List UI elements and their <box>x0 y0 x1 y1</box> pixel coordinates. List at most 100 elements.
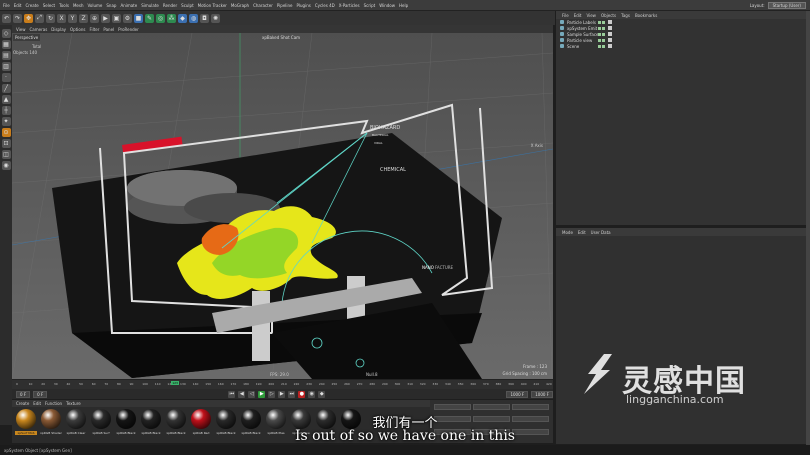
layout-select[interactable]: Startup (User) <box>767 2 806 9</box>
prev-frame-icon[interactable]: ◁ <box>248 390 256 398</box>
menu-create[interactable]: Create <box>25 3 38 8</box>
light-icon[interactable]: ✺ <box>211 13 220 23</box>
keyframe-selection-icon[interactable]: ◆ <box>318 390 326 398</box>
render-view-icon[interactable]: ▶ <box>101 13 110 23</box>
coord-x-field[interactable] <box>434 404 471 410</box>
make-editable-icon[interactable]: ◇ <box>1 29 11 38</box>
viewport-menu-display[interactable]: Display <box>51 27 66 32</box>
autokey-icon[interactable]: ◉ <box>308 390 316 398</box>
om-row[interactable]: Scene <box>556 43 806 49</box>
material-menu-function[interactable]: Function <box>45 401 62 406</box>
edges-mode-icon[interactable]: ╱ <box>1 84 11 93</box>
om-menu-tags[interactable]: Tags <box>621 13 630 18</box>
tweak-mode-icon[interactable]: ✦ <box>1 117 11 126</box>
record-icon[interactable]: ● <box>298 390 306 398</box>
model-mode-icon[interactable]: ▦ <box>1 40 11 49</box>
visibility-flags[interactable] <box>598 32 605 36</box>
current-frame-field[interactable]: 0 F <box>33 390 48 398</box>
object-tag-icon[interactable] <box>608 38 612 42</box>
menu-mograph[interactable]: MoGraph <box>231 3 249 8</box>
planar-workplane-icon[interactable]: ◫ <box>1 150 11 159</box>
menu-script[interactable]: Script <box>364 3 376 8</box>
deformer-icon[interactable]: ◆ <box>178 13 187 23</box>
menu-plugins[interactable]: Plugins <box>297 3 311 8</box>
am-menu-mode[interactable]: Mode <box>562 230 573 235</box>
visibility-flags[interactable] <box>598 38 605 42</box>
start-frame-field[interactable]: 0 F <box>16 390 31 398</box>
preview-end-field[interactable]: 1000 F <box>531 390 553 398</box>
menu-volume[interactable]: Volume <box>87 3 102 8</box>
om-menu-view[interactable]: View <box>586 13 596 18</box>
om-menu-file[interactable]: File <box>562 13 569 18</box>
menu-character[interactable]: Character <box>253 3 273 8</box>
menu-render[interactable]: Render <box>163 3 177 8</box>
visibility-flags[interactable] <box>598 20 605 24</box>
goto-end-icon[interactable]: ⏭ <box>288 390 296 398</box>
coord-sx-field[interactable] <box>512 404 549 410</box>
next-key-icon[interactable]: ▶ <box>278 390 286 398</box>
material-menu-edit[interactable]: Edit <box>33 401 41 406</box>
om-menu-objects[interactable]: Objects <box>601 13 616 18</box>
object-tag-icon[interactable] <box>608 32 612 36</box>
play-icon[interactable]: ▶ <box>258 390 266 398</box>
object-tag-icon[interactable] <box>608 44 612 48</box>
menu-file[interactable]: File <box>3 3 10 8</box>
menu-simulate[interactable]: Simulate <box>141 3 159 8</box>
menu-help[interactable]: Help <box>399 3 408 8</box>
scale-tool-icon[interactable]: ⤢ <box>35 13 44 23</box>
om-menu-edit[interactable]: Edit <box>574 13 582 18</box>
menu-tools[interactable]: Tools <box>59 3 69 8</box>
axis-mode-icon[interactable]: ┼ <box>1 106 11 115</box>
viewport-menu-view[interactable]: View <box>16 27 26 32</box>
solo-icon[interactable]: ◉ <box>1 161 11 170</box>
viewport-menu-cameras[interactable]: Cameras <box>30 27 48 32</box>
rotate-tool-icon[interactable]: ↻ <box>46 13 55 23</box>
om-menu-bookmarks[interactable]: Bookmarks <box>635 13 657 18</box>
menu-sculpt[interactable]: Sculpt <box>181 3 194 8</box>
render-settings-icon[interactable]: ⚙ <box>123 13 132 23</box>
coord-h-field[interactable] <box>473 404 510 410</box>
am-menu-user-data[interactable]: User Data <box>591 230 611 235</box>
goto-start-icon[interactable]: ⏮ <box>228 390 236 398</box>
move-tool-icon[interactable]: ✥ <box>24 13 33 23</box>
polygons-mode-icon[interactable]: ▲ <box>1 95 11 104</box>
x-axis-icon[interactable]: X <box>57 13 66 23</box>
menu-pipeline[interactable]: Pipeline <box>277 3 293 8</box>
viewport-menu-panel[interactable]: Panel <box>103 27 114 32</box>
next-frame-icon[interactable]: ▷ <box>268 390 276 398</box>
menu-edit[interactable]: Edit <box>14 3 22 8</box>
menu-cycles-4d[interactable]: Cycles 4D <box>315 3 335 8</box>
viewport-menu-filter[interactable]: Filter <box>89 27 99 32</box>
z-axis-icon[interactable]: Z <box>79 13 88 23</box>
nurbs-icon[interactable]: ◎ <box>156 13 165 23</box>
world-coord-icon[interactable]: ⊕ <box>90 13 99 23</box>
snap-icon[interactable]: ⊙ <box>1 128 11 137</box>
timeline-playhead[interactable]: 123 <box>171 381 179 385</box>
material-menu-texture[interactable]: Texture <box>66 401 81 406</box>
viewport-menu-options[interactable]: Options <box>70 27 85 32</box>
am-menu-edit[interactable]: Edit <box>578 230 586 235</box>
visibility-flags[interactable] <box>598 44 605 48</box>
material-menu-create[interactable]: Create <box>16 401 29 406</box>
cube-icon[interactable]: ■ <box>134 13 143 23</box>
array-icon[interactable]: ⁂ <box>167 13 176 23</box>
y-axis-icon[interactable]: Y <box>68 13 77 23</box>
menu-snap[interactable]: Snap <box>106 3 116 8</box>
side-tabs[interactable] <box>806 11 810 445</box>
timeline-ruler[interactable]: 0102030405060708090100110120130140150160… <box>12 379 553 389</box>
menu-animate[interactable]: Animate <box>120 3 137 8</box>
prev-key-icon[interactable]: ◀ <box>238 390 246 398</box>
end-frame-field[interactable]: 1000 F <box>506 390 529 398</box>
texture-mode-icon[interactable]: ▤ <box>1 51 11 60</box>
redo-icon[interactable]: ↷ <box>13 13 22 23</box>
menu-mesh[interactable]: Mesh <box>73 3 84 8</box>
spline-pen-icon[interactable]: ✎ <box>145 13 154 23</box>
camera-icon[interactable]: ◘ <box>200 13 209 23</box>
workplane-icon[interactable]: ▥ <box>1 62 11 71</box>
menu-motion-tracker[interactable]: Motion Tracker <box>198 3 227 8</box>
visibility-flags[interactable] <box>598 26 605 30</box>
object-tag-icon[interactable] <box>608 26 612 30</box>
points-mode-icon[interactable]: · <box>1 73 11 82</box>
viewport-menu-prorender[interactable]: ProRender <box>118 27 139 32</box>
object-tag-icon[interactable] <box>608 20 612 24</box>
